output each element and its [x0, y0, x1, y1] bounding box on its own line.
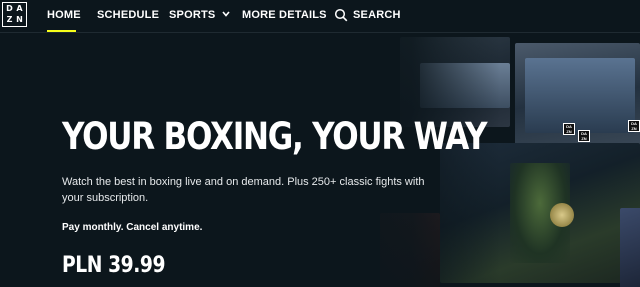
dazn-watermark-icon: DA ZN — [628, 120, 640, 132]
hero-price: PLN 39.99 — [62, 253, 166, 278]
nav-more-details[interactable]: MORE DETAILS — [242, 9, 327, 21]
search-icon[interactable] — [334, 8, 348, 22]
dazn-watermark-icon: DA ZN — [563, 123, 575, 135]
chevron-down-icon — [222, 10, 230, 19]
nav-more-details-label: MORE DETAILS — [242, 9, 327, 21]
nav-sports[interactable]: SPORTS — [169, 9, 230, 21]
hero-image-tile — [525, 58, 635, 133]
logo-letter: D — [6, 3, 13, 13]
top-nav: D A Z N HOME SCHEDULE SPORTS MORE DETAIL… — [0, 0, 640, 33]
hero-image-tile — [550, 203, 574, 227]
hero-fade-overlay — [340, 33, 500, 287]
logo-letter: Z — [6, 15, 13, 25]
nav-schedule-label: SCHEDULE — [97, 9, 160, 21]
active-nav-indicator — [47, 30, 76, 32]
nav-home[interactable]: HOME — [47, 9, 81, 21]
dazn-logo[interactable]: D A Z N — [2, 2, 27, 27]
nav-home-label: HOME — [47, 9, 81, 21]
search-button[interactable]: SEARCH — [353, 9, 401, 21]
hero-headline: YOUR BOXING, YOUR WAY — [62, 115, 488, 158]
hero-tagline: Pay monthly. Cancel anytime. — [62, 222, 203, 233]
hero-image-tile — [620, 208, 640, 287]
hero-subtitle: Watch the best in boxing live and on dem… — [62, 176, 425, 204]
logo-letter: A — [16, 3, 23, 13]
nav-sports-label: SPORTS — [169, 9, 216, 21]
dazn-watermark-icon: DA ZN — [578, 130, 590, 142]
search-label: SEARCH — [353, 9, 401, 21]
nav-schedule[interactable]: SCHEDULE — [97, 9, 159, 21]
logo-letter: N — [16, 15, 23, 25]
